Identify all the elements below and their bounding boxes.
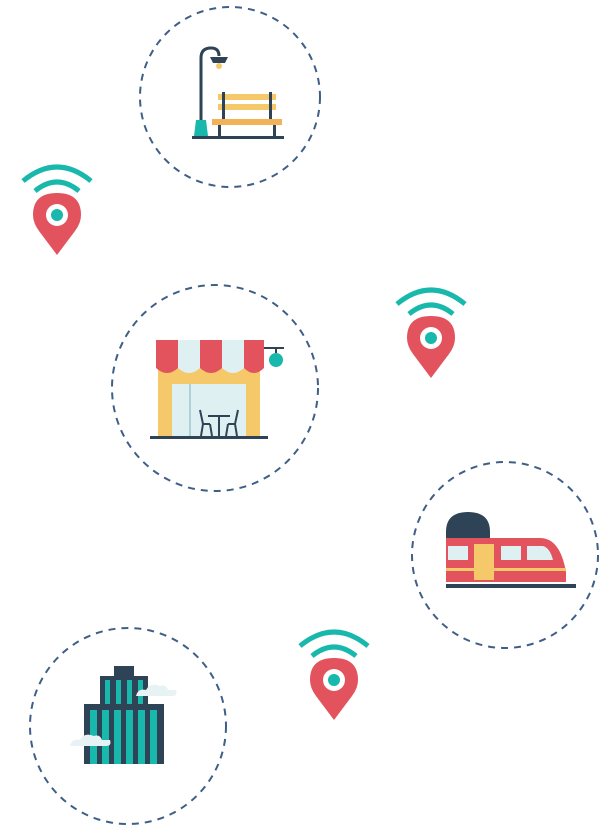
wifi-location-pin-icon xyxy=(21,164,93,255)
wifi-location-pin-icon xyxy=(298,629,370,720)
building-icon xyxy=(70,666,177,764)
park-bench-icon xyxy=(192,46,284,139)
cafe-icon xyxy=(150,340,284,439)
illustration-canvas xyxy=(0,0,606,828)
train-icon xyxy=(446,512,576,588)
connected-places-illustration xyxy=(21,6,599,825)
wifi-location-pin-icon xyxy=(395,287,467,378)
